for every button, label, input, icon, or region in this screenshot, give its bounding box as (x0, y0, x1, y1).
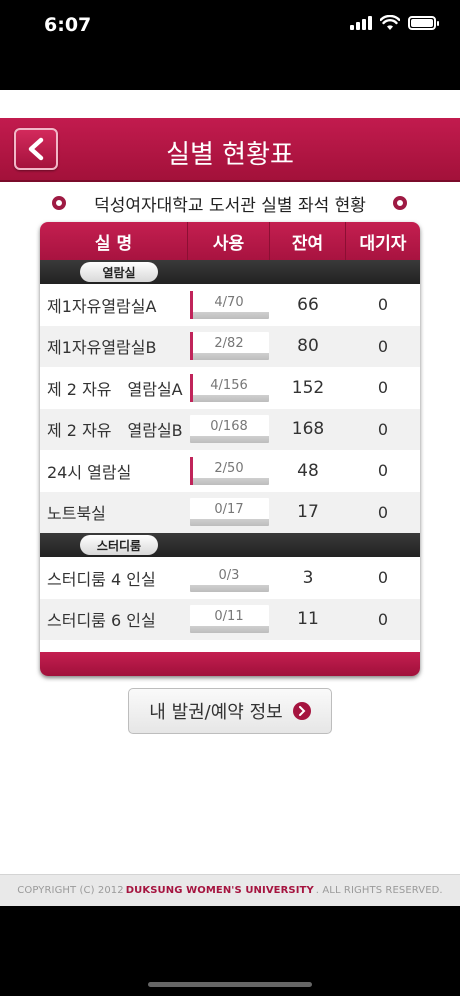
usage-cell: 2/82 (188, 332, 270, 361)
remaining-seats: 66 (297, 294, 319, 315)
column-header-remaining: 잔여 (270, 222, 346, 260)
usage-value: 2/50 (214, 460, 244, 476)
my-ticket-info-button[interactable]: 내 발권/예약 정보 (128, 688, 332, 734)
page-title: 실별 현황표 (166, 140, 294, 170)
usage-cell: 0/11 (188, 605, 270, 634)
table-row[interactable]: 노트북실 0/17 17 0 (40, 491, 420, 533)
room-name: 24시 열람실 (47, 462, 132, 482)
remaining-seats: 152 (291, 377, 325, 398)
usage-value: 0/3 (218, 567, 240, 583)
subtitle-row: 덕성여자대학교 도서관 실별 좌석 현황 (0, 190, 460, 216)
usage-cell: 0/3 (188, 563, 270, 592)
table-footer (40, 652, 420, 676)
usage-cell: 4/156 (188, 373, 270, 402)
table-row[interactable]: 스터디룸 6 인실 0/11 11 0 (40, 598, 420, 640)
usage-bar: 0/3 (189, 563, 269, 592)
signal-icon (350, 16, 372, 30)
usage-bar: 4/156 (189, 373, 269, 402)
status-icons (350, 15, 439, 31)
room-name: 제1자유열람실B (47, 338, 157, 358)
usage-cell: 2/50 (188, 456, 270, 485)
room-name: 스터디룸 6 인실 (47, 611, 156, 631)
waiting-count: 0 (377, 568, 389, 588)
section-label: 열람실 (80, 262, 158, 282)
waiting-count: 0 (377, 295, 389, 315)
remaining-seats: 3 (302, 567, 314, 588)
room-name: 제1자유열람실A (47, 296, 157, 316)
table-header: 실 명 사용 잔여 대기자 (40, 222, 420, 260)
remaining-seats: 17 (297, 502, 319, 523)
my-ticket-info-label: 내 발권/예약 정보 (149, 702, 283, 723)
header-bar: 실별 현황표 (0, 118, 460, 182)
table-row[interactable]: 스터디룸 4 인실 0/3 3 0 (40, 557, 420, 599)
copyright-footer: COPYRIGHT (C) 2012 DUKSUNG WOMEN'S UNIVE… (0, 874, 460, 906)
room-name: 제 2 자유 열람실A (47, 379, 183, 399)
usage-cell: 0/17 (188, 498, 270, 527)
usage-bar: 0/17 (189, 498, 269, 527)
subtitle: 덕성여자대학교 도서관 실별 좌석 현황 (94, 195, 366, 216)
usage-cell: 0/168 (188, 415, 270, 444)
waiting-count: 0 (377, 378, 389, 398)
status-time: 6:07 (44, 14, 92, 36)
section-header: 스터디룸 (40, 533, 420, 557)
remaining-seats: 48 (297, 460, 319, 481)
table-row[interactable]: 제1자유열람실B 2/82 80 0 (40, 325, 420, 367)
bullet-icon (52, 196, 66, 210)
waiting-count: 0 (377, 336, 389, 356)
room-name: 스터디룸 4 인실 (47, 569, 156, 589)
usage-value: 2/82 (214, 336, 244, 352)
usage-value: 0/168 (210, 419, 248, 435)
waiting-count: 0 (377, 502, 389, 522)
battery-icon (408, 16, 439, 30)
wifi-icon (380, 15, 400, 30)
usage-bar: 2/82 (189, 332, 269, 361)
copyright-prefix: COPYRIGHT (C) 2012 (17, 885, 124, 896)
usage-value: 4/70 (214, 294, 244, 310)
usage-cell: 4/70 (188, 290, 270, 319)
usage-bar: 0/168 (189, 415, 269, 444)
home-indicator[interactable] (148, 982, 312, 987)
room-name: 제 2 자유 열람실B (47, 421, 183, 441)
column-header-usage: 사용 (188, 222, 270, 260)
table-body[interactable]: 열람실 제1자유열람실A 4/70 66 0 제1자유열람실B 2/82 80 0 제 2 자유 … (40, 260, 420, 652)
table-row[interactable]: 제 2 자유 열람실B 0/168 168 0 (40, 408, 420, 450)
seat-status-table: 실 명 사용 잔여 대기자 열람실 제1자유열람실A 4/70 66 0 제1자유열람실B… (40, 222, 420, 676)
copyright-org: DUKSUNG WOMEN'S UNIVERSITY (125, 885, 314, 896)
usage-value: 0/17 (214, 502, 244, 518)
app-screen: 실별 현황표 덕성여자대학교 도서관 실별 좌석 현황 실 명 사용 잔여 대기… (0, 90, 460, 906)
bullet-icon (393, 196, 407, 210)
table-row[interactable]: 24시 열람실 2/50 48 0 (40, 450, 420, 492)
arrow-right-circle-icon (292, 702, 311, 720)
section-label: 스터디룸 (80, 535, 158, 555)
table-row[interactable]: 제1자유열람실A 4/70 66 0 (40, 284, 420, 326)
table-row[interactable]: 제 2 자유 열람실A 4/156 152 0 (40, 367, 420, 409)
status-bar: 6:07 (0, 0, 460, 50)
usage-bar: 4/70 (189, 290, 269, 319)
copyright-suffix: . ALL RIGHTS RESERVED. (315, 885, 443, 896)
column-header-waiting: 대기자 (359, 233, 407, 254)
usage-value: 4/156 (210, 377, 248, 393)
waiting-count: 0 (377, 609, 389, 629)
table-row[interactable]: 스터디룸 8 인실 (40, 640, 420, 652)
usage-value: 0/11 (214, 609, 244, 625)
waiting-count: 0 (377, 461, 389, 481)
usage-bar: 2/50 (189, 456, 269, 485)
remaining-seats: 80 (297, 336, 319, 357)
remaining-seats: 11 (297, 609, 319, 630)
usage-bar: 0/11 (189, 605, 269, 634)
waiting-count: 0 (377, 419, 389, 439)
remaining-seats: 168 (291, 419, 325, 440)
section-header: 열람실 (40, 260, 420, 284)
column-header-room: 실 명 (40, 222, 188, 260)
room-name: 노트북실 (47, 504, 106, 524)
